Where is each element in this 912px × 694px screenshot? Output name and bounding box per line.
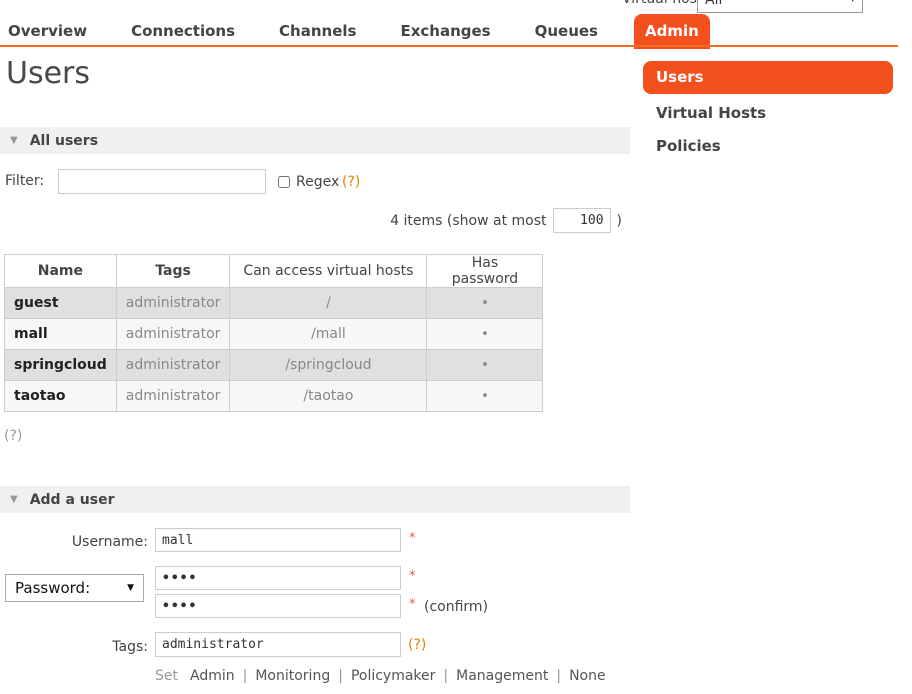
user-name-link[interactable]: springcloud: [5, 350, 117, 381]
set-label: Set: [155, 668, 178, 684]
col-header-name: Name: [5, 255, 117, 288]
separator: |: [443, 668, 448, 684]
collapse-triangle-icon: ▼: [10, 494, 18, 505]
table-row: springcloud administrator /springcloud •: [5, 350, 543, 381]
has-password-dot: •: [427, 319, 543, 350]
user-name-link[interactable]: taotao: [5, 381, 117, 412]
top-nav: Overview Connections Channels Exchanges …: [8, 14, 710, 49]
password-field[interactable]: [155, 566, 401, 590]
set-tag-management[interactable]: Management: [456, 668, 548, 684]
user-vhosts: /springcloud: [230, 350, 427, 381]
users-table: Name Tags Can access virtual hosts Has p…: [4, 254, 543, 412]
separator: |: [338, 668, 343, 684]
user-name-link[interactable]: mall: [5, 319, 117, 350]
all-users-section-header[interactable]: ▼ All users: [0, 127, 630, 154]
col-header-has-password: Has password: [427, 255, 543, 288]
col-header-tags: Tags: [116, 255, 230, 288]
tags-label: Tags:: [0, 639, 148, 655]
all-users-section-title: All users: [30, 133, 98, 149]
chevron-down-icon: ▼: [127, 583, 134, 593]
confirm-note: (confirm): [424, 599, 488, 615]
virtual-host-value: All: [705, 0, 722, 8]
regex-label: Regex: [296, 174, 339, 190]
password-confirm-field[interactable]: [155, 594, 401, 618]
required-asterisk: *: [409, 531, 416, 546]
separator: |: [556, 668, 561, 684]
sidebar-item-policies[interactable]: Policies: [656, 137, 721, 155]
filter-label: Filter:: [5, 173, 44, 189]
chevron-down-icon: ▾: [850, 0, 855, 5]
user-vhosts: /taotao: [230, 381, 427, 412]
required-asterisk: *: [409, 569, 416, 584]
items-summary: 4 items (show at most ): [390, 208, 622, 233]
tab-queues[interactable]: Queues: [535, 14, 598, 46]
has-password-dot: •: [427, 288, 543, 319]
collapse-triangle-icon: ▼: [10, 135, 18, 146]
virtual-host-label: Virtual host:: [622, 0, 707, 7]
user-tags: administrator: [116, 381, 230, 412]
show-at-most-input[interactable]: [553, 208, 611, 233]
user-tags: administrator: [116, 350, 230, 381]
nav-underline: [0, 45, 898, 47]
table-help-link[interactable]: (?): [4, 428, 22, 444]
separator: |: [243, 668, 248, 684]
regex-help-link[interactable]: (?): [342, 174, 360, 190]
items-summary-suffix: ): [617, 213, 622, 229]
col-header-vhosts: Can access virtual hosts: [230, 255, 427, 288]
tag-set-row: Set Admin | Monitoring | Policymaker | M…: [155, 668, 606, 684]
regex-checkbox[interactable]: [278, 176, 290, 188]
set-tag-monitoring[interactable]: Monitoring: [255, 668, 330, 684]
required-asterisk: *: [409, 597, 416, 612]
username-label: Username:: [0, 534, 148, 550]
username-field[interactable]: [155, 528, 401, 552]
tab-channels[interactable]: Channels: [279, 14, 356, 46]
table-row: taotao administrator /taotao •: [5, 381, 543, 412]
table-row: guest administrator / •: [5, 288, 543, 319]
items-summary-prefix: 4 items (show at most: [390, 213, 546, 229]
sidebar-item-virtual-hosts[interactable]: Virtual Hosts: [656, 104, 766, 122]
user-tags: administrator: [116, 319, 230, 350]
sidebar-item-users[interactable]: Users: [643, 61, 893, 94]
virtual-host-select[interactable]: All ▾: [697, 0, 863, 13]
tab-overview[interactable]: Overview: [8, 14, 87, 46]
set-tag-none[interactable]: None: [569, 668, 606, 684]
tab-exchanges[interactable]: Exchanges: [400, 14, 490, 46]
set-tag-admin[interactable]: Admin: [190, 668, 235, 684]
add-user-section-title: Add a user: [30, 492, 115, 508]
table-header-row: Name Tags Can access virtual hosts Has p…: [5, 255, 543, 288]
tags-help-link[interactable]: (?): [408, 637, 426, 653]
user-tags: administrator: [116, 288, 230, 319]
password-type-value: Password:: [15, 579, 90, 597]
add-user-section-header[interactable]: ▼ Add a user: [0, 486, 630, 513]
filter-input[interactable]: [58, 169, 266, 194]
has-password-dot: •: [427, 350, 543, 381]
tab-connections[interactable]: Connections: [131, 14, 235, 46]
user-vhosts: /: [230, 288, 427, 319]
set-tag-policymaker[interactable]: Policymaker: [351, 668, 435, 684]
tags-field[interactable]: [155, 632, 401, 657]
has-password-dot: •: [427, 381, 543, 412]
page-title: Users: [6, 56, 90, 91]
user-name-link[interactable]: guest: [5, 288, 117, 319]
tab-admin[interactable]: Admin: [634, 14, 710, 49]
password-type-select[interactable]: Password: ▼: [5, 574, 144, 602]
table-row: mall administrator /mall •: [5, 319, 543, 350]
user-vhosts: /mall: [230, 319, 427, 350]
